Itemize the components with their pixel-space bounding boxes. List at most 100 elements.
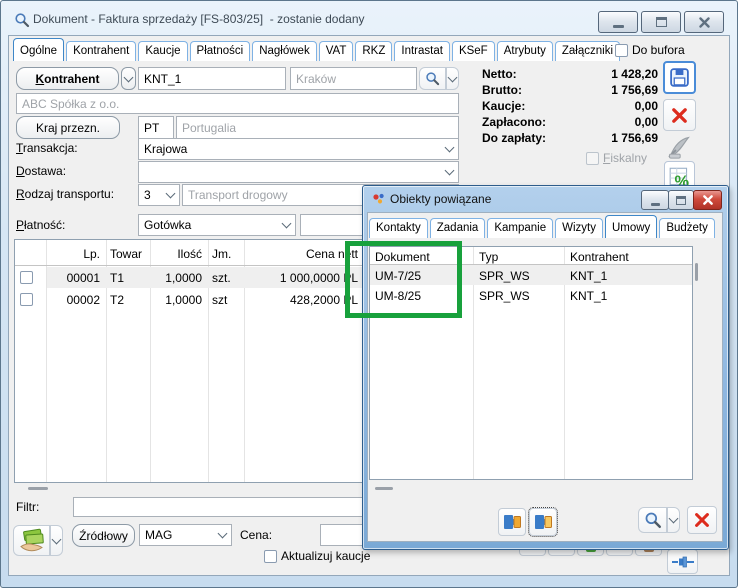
tab-naglowek[interactable]: Nagłówek (252, 41, 317, 61)
kontrahent-button[interactable]: Kontrahent (16, 67, 119, 90)
linked-objects-icon (372, 192, 386, 206)
ovl-vscrollbar-thumb[interactable] (695, 263, 698, 281)
kaucje-value: 0,00 (635, 99, 658, 113)
items-header-towar[interactable]: Towar (110, 247, 142, 261)
transport-code-select[interactable]: 3 (138, 184, 180, 206)
ovl-row1-kontrahent[interactable]: KNT_1 (570, 269, 607, 283)
row2-ilosc[interactable]: 1,0000 (150, 293, 202, 307)
tab-ksef[interactable]: KSeF (452, 41, 495, 61)
kontrahent-code-field[interactable]: KNT_1 (138, 67, 286, 90)
transakcja-select[interactable]: Krajowa (138, 138, 459, 160)
row2-towar[interactable]: T2 (110, 293, 124, 307)
dostawa-label: Dostawa: (16, 164, 66, 178)
zrodlowy-button[interactable]: Źródłowy (72, 524, 135, 547)
link-object-button[interactable] (498, 508, 526, 536)
tab-kaucje[interactable]: Kaucje (138, 41, 187, 61)
overlay-minimize-button[interactable] (641, 190, 669, 210)
row2-checkbox[interactable] (20, 293, 33, 306)
tab-kontakty[interactable]: Kontakty (369, 218, 428, 238)
kraj-przezn-button[interactable]: Kraj przezn. (16, 116, 120, 139)
kontrahent-name-field[interactable]: ABC Spółka z o.o. (16, 93, 459, 114)
kontrahent-search-button[interactable] (419, 67, 446, 90)
tab-atrybuty[interactable]: Atrybuty (497, 41, 553, 61)
ovl-search-dropdown[interactable] (667, 507, 680, 533)
chevron-down-icon (52, 534, 62, 544)
row1-checkbox[interactable] (20, 271, 33, 284)
kontrahent-search-dropdown[interactable] (446, 67, 459, 90)
row2-jm[interactable]: szt (212, 293, 227, 307)
main-window-title: Dokument - Faktura sprzedaży [FS-803/25]… (33, 12, 365, 26)
ovl-search-button[interactable] (638, 507, 667, 533)
items-header-cena[interactable]: Cena nett (246, 247, 358, 261)
ovl-row2-typ[interactable]: SPR_WS (479, 289, 530, 303)
kraj-name-field[interactable]: Portugalia (176, 116, 459, 139)
payment-button[interactable] (13, 525, 50, 556)
kraj-code-field[interactable]: PT (138, 116, 174, 139)
items-header-jm[interactable]: Jm. (212, 247, 231, 261)
overlay-close-button[interactable] (693, 190, 722, 210)
tab-vat[interactable]: VAT (319, 41, 354, 61)
row2-cena[interactable]: 428,2000 PL (246, 293, 358, 307)
close-icon (699, 17, 710, 28)
cancel-button[interactable] (663, 99, 696, 131)
search-icon (644, 511, 662, 529)
restore-button[interactable] (641, 11, 681, 33)
row1-cena[interactable]: 1 000,0000 PL (246, 271, 358, 285)
tab-kampanie[interactable]: Kampanie (487, 218, 553, 238)
save-button[interactable] (663, 61, 696, 94)
transakcja-label: Transakcja: (16, 141, 78, 155)
minimize-button[interactable] (598, 11, 638, 33)
tab-budzety[interactable]: Budżety (659, 218, 715, 238)
row2-lp[interactable]: 00002 (46, 293, 100, 307)
tab-zalaczniki[interactable]: Załączniki (555, 41, 620, 61)
ovl-header-typ[interactable]: Typ (479, 250, 498, 264)
tab-kontrahent[interactable]: Kontrahent (66, 41, 136, 61)
items-header-lp[interactable]: Lp. (46, 247, 100, 261)
kraj-przezn-label: Kraj przezn. (36, 121, 100, 135)
close-button[interactable] (684, 11, 724, 33)
document-magnifier-icon (14, 12, 30, 28)
fiskalny-box (586, 152, 599, 165)
kontrahent-dropdown-button[interactable] (121, 67, 136, 90)
row1-lp[interactable]: 00001 (46, 271, 100, 285)
platnosc-label: Płatność: (16, 218, 65, 232)
payment-dropdown[interactable] (50, 525, 63, 556)
screen: Dokument - Faktura sprzedaży [FS-803/25]… (0, 0, 738, 588)
pin-icon (671, 555, 695, 569)
dostawa-select[interactable] (138, 161, 459, 183)
pin-button[interactable] (667, 549, 698, 574)
minimize-icon (613, 25, 624, 28)
zaplacono-value: 0,00 (635, 115, 658, 129)
do-bufora-box[interactable] (615, 44, 628, 57)
platnosc-select[interactable]: Gotówka (138, 214, 296, 236)
stamp-button[interactable] (666, 134, 692, 160)
ovl-close-action-button[interactable] (687, 506, 717, 534)
tab-umowy[interactable]: Umowy (605, 215, 657, 238)
tab-zadania[interactable]: Zadania (430, 218, 486, 238)
netto-value: 1 428,20 (611, 67, 658, 81)
link-object-add-button[interactable] (529, 508, 557, 536)
aktualizuj-box[interactable] (264, 550, 277, 563)
row1-ilosc[interactable]: 1,0000 (150, 271, 202, 285)
do-bufora-checkbox[interactable]: Do bufora (615, 43, 685, 57)
tab-rkz[interactable]: RKZ (355, 41, 392, 61)
tab-ogolne[interactable]: Ogólne (13, 38, 64, 61)
ovl-hscrollbar-thumb[interactable] (375, 487, 393, 490)
total-brutto-row: Brutto:1 756,69 (482, 83, 658, 97)
ovl-row2-kontrahent[interactable]: KNT_1 (570, 289, 607, 303)
ovl-header-kontrahent[interactable]: Kontrahent (570, 250, 629, 264)
total-netto-row: Netto:1 428,20 (482, 67, 658, 81)
chevron-down-icon (669, 514, 679, 524)
magazyn-select[interactable]: MAG (139, 524, 232, 546)
items-header-ilosc[interactable]: Ilość (150, 247, 202, 261)
tab-platnosci[interactable]: Płatności (190, 41, 251, 61)
overlay-restore-button[interactable] (668, 190, 694, 210)
row1-jm[interactable]: szt. (212, 271, 231, 285)
row1-towar[interactable]: T1 (110, 271, 124, 285)
aktualizuj-kaucje-checkbox[interactable]: Aktualizuj kaucje (264, 549, 370, 563)
hscrollbar-thumb[interactable] (28, 487, 48, 490)
city-field[interactable]: Kraków (290, 67, 417, 90)
tab-wizyty[interactable]: Wizyty (555, 218, 603, 238)
tab-intrastat[interactable]: Intrastat (394, 41, 450, 61)
ovl-row1-typ[interactable]: SPR_WS (479, 269, 530, 283)
